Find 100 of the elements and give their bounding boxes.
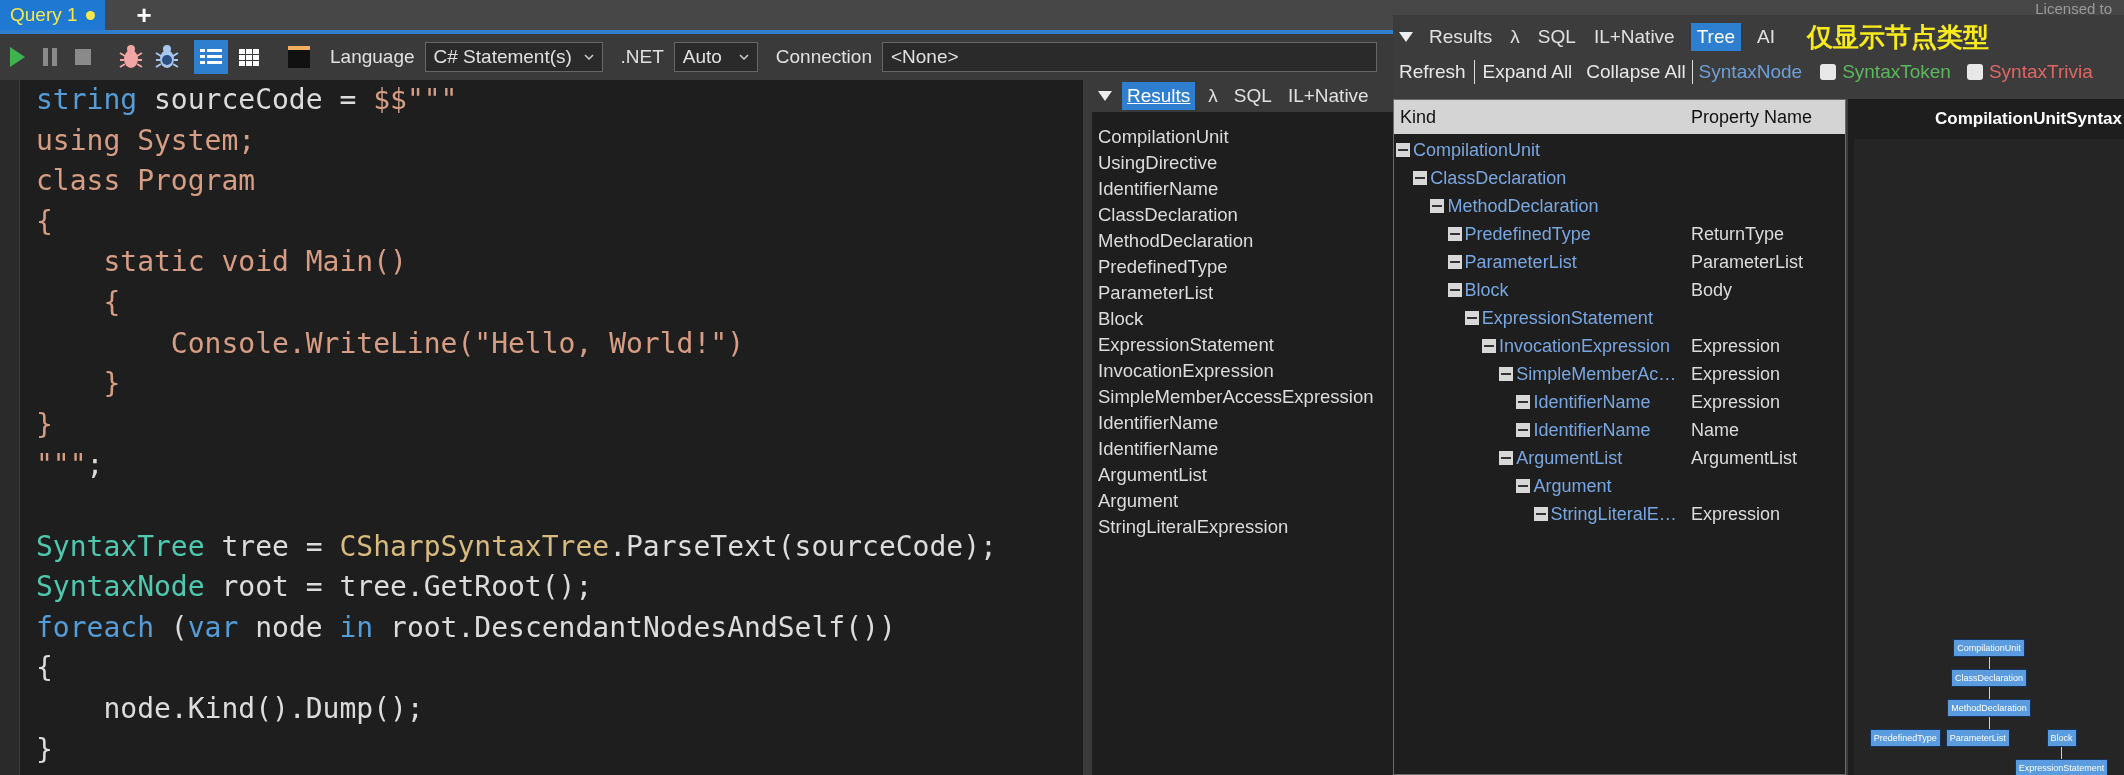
filter-label[interactable]: SyntaxNode bbox=[1698, 57, 1803, 87]
code-token: } bbox=[36, 407, 53, 441]
collapse-toggle[interactable] bbox=[1464, 311, 1479, 325]
collapse-toggle[interactable] bbox=[1516, 423, 1531, 437]
new-tab-button[interactable]: + bbox=[136, 2, 152, 28]
output-tab[interactable]: λ bbox=[1205, 81, 1221, 111]
code-token: root.DescendantNodesAndSelf()) bbox=[389, 610, 896, 644]
panel-icon[interactable] bbox=[288, 46, 310, 68]
collapse-toggle[interactable] bbox=[1447, 283, 1462, 297]
code-token: { bbox=[36, 204, 53, 238]
collapse-triangle-icon[interactable] bbox=[1098, 91, 1112, 101]
rich-view-button[interactable] bbox=[194, 40, 228, 74]
graph-node: ExpressionStatement bbox=[2014, 759, 2109, 775]
output-tab[interactable]: Results bbox=[1122, 81, 1196, 111]
tree-node-label[interactable]: ParameterList bbox=[1464, 248, 1577, 276]
collapse-triangle-icon[interactable] bbox=[1399, 32, 1413, 42]
code-token: class Program bbox=[36, 164, 256, 198]
pause-icon[interactable] bbox=[42, 47, 58, 67]
collapse-toggle[interactable] bbox=[1413, 171, 1428, 185]
toolbar-button[interactable]: Expand All bbox=[1482, 57, 1573, 87]
chevron-down-icon[interactable] bbox=[738, 54, 749, 60]
collapse-toggle[interactable] bbox=[1447, 227, 1462, 241]
dropdown[interactable]: C# Statement(s) bbox=[424, 42, 603, 72]
output-tab[interactable]: λ bbox=[1508, 22, 1522, 52]
graph-title: CompilationUnitSyntax bbox=[1935, 108, 2122, 131]
result-item: IdentifierName bbox=[1098, 177, 1219, 201]
bug-icon[interactable] bbox=[154, 44, 180, 70]
connector-line bbox=[1988, 657, 1990, 669]
collapse-toggle[interactable] bbox=[1447, 255, 1462, 269]
collapse-toggle[interactable] bbox=[1430, 199, 1445, 213]
property-name: Expression bbox=[1691, 502, 1781, 526]
collapse-toggle[interactable] bbox=[1516, 479, 1531, 493]
tree-node-label[interactable]: ClassDeclaration bbox=[1430, 164, 1567, 192]
checkbox[interactable] bbox=[1966, 64, 1983, 80]
bug-icon[interactable] bbox=[118, 44, 144, 70]
result-item: InvocationExpression bbox=[1098, 359, 1274, 383]
tree-node-label[interactable]: CompilationUnit bbox=[1413, 136, 1541, 164]
code-editor[interactable] bbox=[20, 80, 1083, 775]
tree-node-label[interactable]: IdentifierName bbox=[1533, 416, 1651, 444]
result-item: ExpressionStatement bbox=[1098, 333, 1274, 357]
collapse-toggle[interactable] bbox=[1516, 395, 1531, 409]
tree-node-label[interactable]: Block bbox=[1464, 276, 1509, 304]
code-token: using System; bbox=[36, 123, 256, 157]
output-tab[interactable]: Results bbox=[1427, 22, 1495, 52]
tree-node-label[interactable]: SimpleMemberAc… bbox=[1516, 360, 1677, 388]
code-token: ; bbox=[86, 448, 104, 482]
collapse-toggle[interactable] bbox=[1499, 367, 1514, 381]
tree-node-label[interactable]: MethodDeclaration bbox=[1447, 192, 1599, 220]
result-item: StringLiteralExpression bbox=[1098, 515, 1289, 539]
dropdown[interactable]: Auto bbox=[673, 42, 758, 72]
tree-node-label[interactable]: Argument bbox=[1533, 472, 1612, 500]
property-name: ParameterList bbox=[1691, 250, 1804, 274]
graph-node: MethodDeclaration bbox=[1947, 699, 2031, 717]
license-text: Licensed to bbox=[2035, 0, 2112, 19]
code-token: .ParseText(sourceCode); bbox=[609, 529, 997, 563]
stop-icon[interactable] bbox=[74, 48, 92, 66]
code-token: sourceCode = bbox=[153, 83, 358, 116]
code-token: } bbox=[36, 732, 53, 766]
tree-node-label[interactable]: ExpressionStatement bbox=[1481, 304, 1653, 332]
result-item: CompilationUnit bbox=[1098, 125, 1229, 149]
collapse-toggle[interactable] bbox=[1499, 451, 1514, 465]
collapse-toggle[interactable] bbox=[1482, 339, 1496, 353]
code-token: tree = bbox=[220, 529, 324, 563]
tree-node-label[interactable]: ArgumentList bbox=[1516, 444, 1623, 472]
chevron-down-icon[interactable] bbox=[583, 54, 594, 60]
tree-node-label[interactable]: StringLiteralE… bbox=[1550, 500, 1677, 528]
result-item: IdentifierName bbox=[1098, 411, 1219, 435]
tree-node-label[interactable]: InvocationExpression bbox=[1499, 332, 1671, 360]
collapse-toggle[interactable] bbox=[1396, 143, 1410, 157]
toolbar-button[interactable]: Collapse All bbox=[1586, 57, 1686, 87]
output-tab[interactable]: SQL bbox=[1535, 22, 1578, 52]
graph-node: ParameterList bbox=[1945, 729, 2010, 747]
output-tab[interactable]: AI bbox=[1755, 22, 1777, 52]
toolbar-button[interactable]: Refresh bbox=[1399, 57, 1466, 87]
output-tab[interactable]: SQL bbox=[1230, 81, 1275, 111]
column-header[interactable]: Kind bbox=[1394, 103, 1691, 131]
graph-node: Block bbox=[2046, 729, 2077, 747]
code-token: node bbox=[254, 610, 324, 644]
result-item: UsingDirective bbox=[1098, 151, 1218, 175]
output-tab[interactable]: IL+Native bbox=[1284, 81, 1372, 111]
code-token: string bbox=[36, 83, 138, 116]
column-header[interactable]: Property Name bbox=[1691, 103, 1813, 131]
tree-node-label[interactable]: PredefinedType bbox=[1464, 220, 1591, 248]
query-tab[interactable]: Query 1 bbox=[0, 0, 105, 30]
code-token: $$""" bbox=[373, 83, 458, 116]
collapse-toggle[interactable] bbox=[1533, 507, 1548, 521]
dropdown[interactable]: <None> bbox=[881, 42, 1377, 72]
run-icon[interactable] bbox=[8, 46, 26, 68]
output-tab[interactable]: IL+Native bbox=[1591, 22, 1677, 52]
result-item: PredefinedType bbox=[1098, 255, 1228, 279]
code-token: ( bbox=[169, 610, 188, 644]
tree-node-label[interactable]: IdentifierName bbox=[1533, 388, 1651, 416]
result-item: SimpleMemberAccessExpression bbox=[1098, 385, 1374, 409]
filter-label: SyntaxToken bbox=[1842, 59, 1951, 84]
output-tab[interactable]: Tree bbox=[1690, 22, 1742, 52]
property-name: ArgumentList bbox=[1691, 446, 1798, 470]
checkbox[interactable] bbox=[1820, 64, 1837, 80]
code-token: root = tree.GetRoot(); bbox=[220, 570, 593, 604]
property-name: Body bbox=[1691, 278, 1733, 302]
result-item: Argument bbox=[1098, 489, 1179, 513]
